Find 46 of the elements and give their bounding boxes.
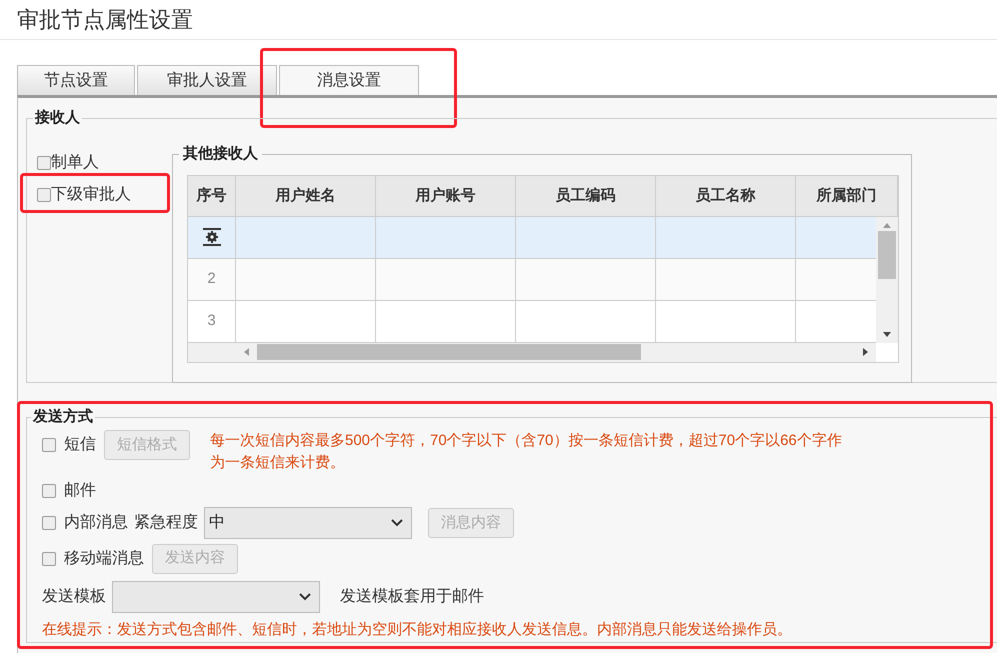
- checkbox-label: 下级审批人: [51, 184, 131, 205]
- checkbox-label: 制单人: [51, 152, 99, 173]
- checkbox[interactable]: [37, 156, 51, 170]
- column-header: 用户账号: [376, 176, 516, 216]
- select-field[interactable]: 中: [204, 506, 412, 539]
- column-header: 用户姓名: [236, 176, 376, 216]
- checkbox-label: 邮件: [64, 480, 96, 501]
- scroll-up-icon[interactable]: [883, 222, 891, 228]
- select-value: 中: [208, 512, 226, 533]
- column-header: 员工编码: [516, 176, 656, 216]
- column-header: 员工名称: [656, 176, 796, 216]
- checkbox[interactable]: [42, 552, 56, 566]
- checkbox-label: 移动端消息: [64, 548, 144, 569]
- checkbox[interactable]: [42, 516, 56, 530]
- field-label: 发送模板: [42, 586, 106, 607]
- checkbox-label: 短信: [64, 435, 96, 455]
- field-label: 紧急程度: [134, 512, 198, 533]
- column-header: 序号: [188, 176, 236, 216]
- checkbox-label: 内部消息: [64, 512, 128, 533]
- tab[interactable]: 节点设置: [17, 65, 135, 95]
- message-content-button[interactable]: 消息内容: [428, 508, 514, 538]
- checkbox[interactable]: [42, 438, 56, 452]
- page-title: 审批节点属性设置: [17, 6, 193, 34]
- chevron-icon: [299, 592, 311, 601]
- tab[interactable]: 消息设置: [279, 65, 419, 95]
- sms-format-button[interactable]: 短信格式: [104, 430, 190, 460]
- online-tip: 在线提示：发送方式包含邮件、短信时，若地址为空则不能对相应接收人发送信息。内部消息只能发送给操作员。: [42, 620, 793, 640]
- scroll-left-icon[interactable]: [244, 348, 249, 356]
- select-field[interactable]: [112, 580, 320, 613]
- row-number: 3: [207, 310, 216, 331]
- send-content-button[interactable]: 发送内容: [152, 544, 238, 574]
- chevron-icon: [391, 518, 403, 527]
- grid-row[interactable]: 2: [188, 258, 876, 301]
- grid-row[interactable]: 3: [188, 300, 876, 343]
- horizontal-scrollbar[interactable]: [188, 342, 876, 362]
- template-note: 发送模板套用于邮件: [340, 586, 484, 607]
- row-number: 2: [207, 268, 216, 289]
- vertical-scrollbar[interactable]: [876, 216, 898, 343]
- gear-icon[interactable]: [202, 227, 222, 248]
- scroll-right-icon[interactable]: [863, 348, 868, 356]
- checkbox[interactable]: [42, 484, 56, 498]
- tab[interactable]: 审批人设置: [137, 65, 277, 95]
- column-header: 所属部门: [796, 176, 898, 216]
- scroll-down-icon[interactable]: [883, 332, 891, 337]
- checkbox[interactable]: [37, 188, 51, 202]
- sms-note: 每一次短信内容最多500个字符，70个字以下（含70）按一条短信计费，超过70个字以66个字作为一条短信来计费。: [210, 431, 842, 473]
